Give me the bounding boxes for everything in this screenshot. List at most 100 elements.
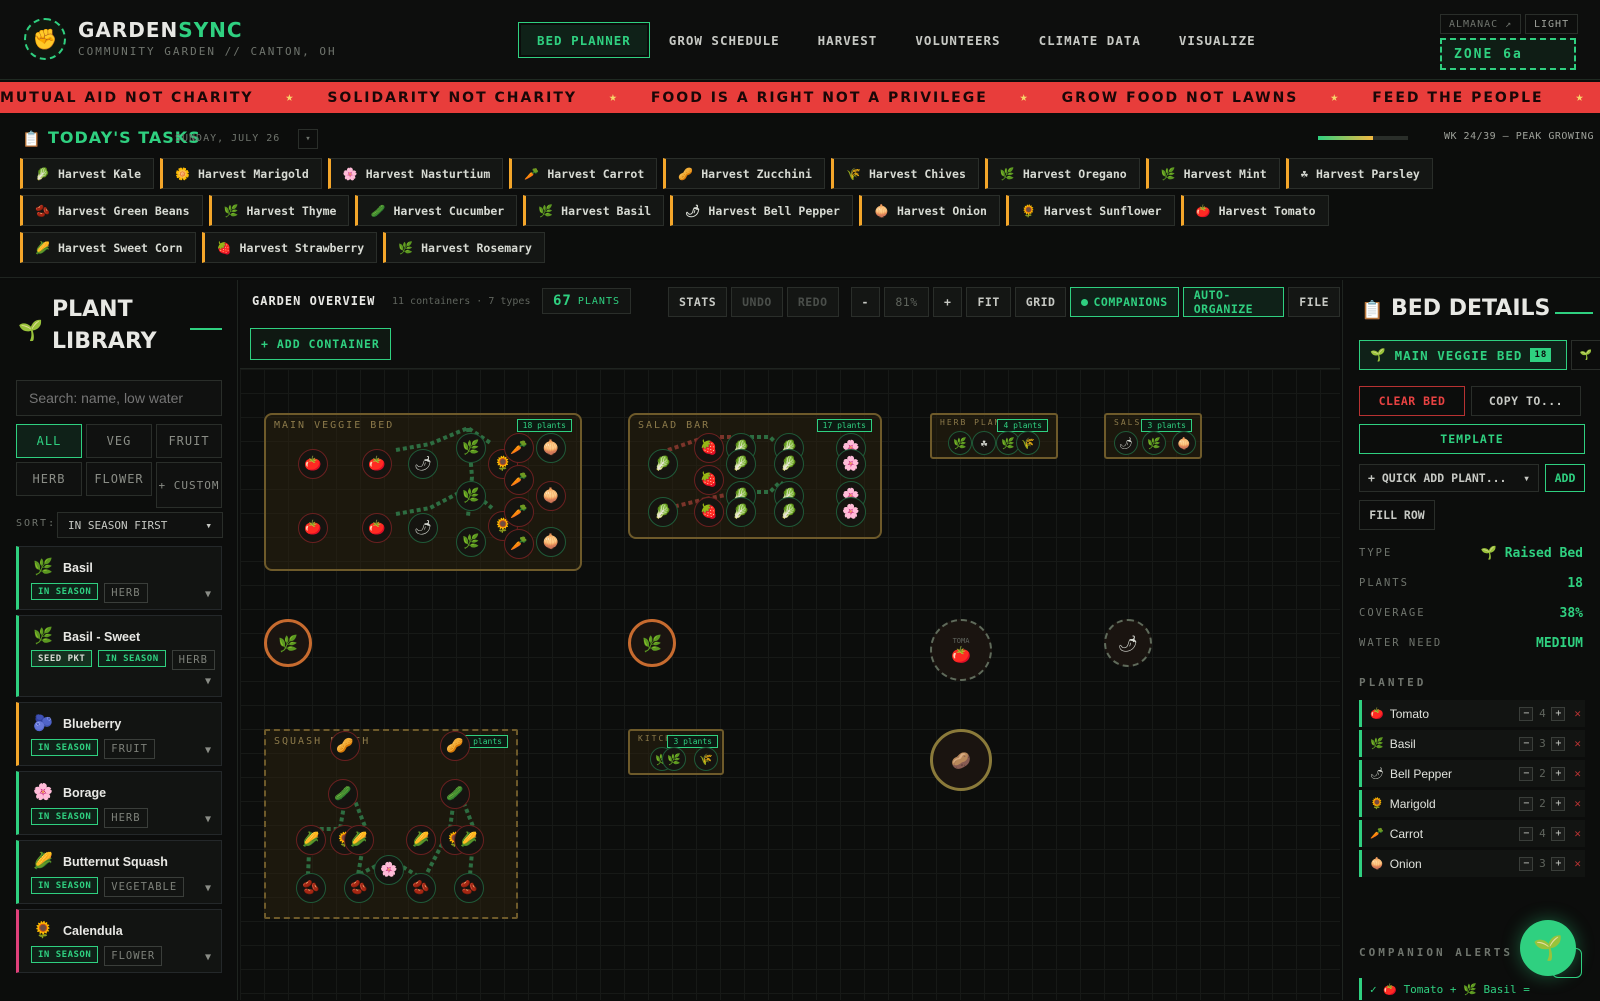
plant-carrot[interactable]: 🥕 <box>504 433 534 463</box>
increment-button[interactable]: + <box>1551 766 1566 781</box>
nav-visualize[interactable]: VISUALIZE <box>1160 22 1275 58</box>
remove-icon[interactable]: ✕ <box>1574 737 1581 750</box>
plant-pepper[interactable]: 🌶 <box>1114 431 1138 455</box>
task-chip[interactable]: 🍓 Harvest Strawberry <box>201 232 378 263</box>
plant-nasturtium[interactable]: 🌸 <box>374 855 404 885</box>
plant-carrot[interactable]: 🥕 <box>504 529 534 559</box>
add-plant-button[interactable]: ADD <box>1545 464 1585 492</box>
filter-flower[interactable]: FLOWER <box>86 462 152 496</box>
plant-search-input[interactable] <box>16 380 222 416</box>
nav-harvest[interactable]: HARVEST <box>799 22 897 58</box>
clear-bed-button[interactable]: CLEAR BED <box>1359 386 1465 416</box>
plant-tomato[interactable]: 🍅 <box>298 513 328 543</box>
task-chip[interactable]: 🥕 Harvest Carrot <box>509 158 658 189</box>
task-chip[interactable]: 🌸 Harvest Nasturtium <box>327 158 504 189</box>
plant-carrot[interactable]: 🥕 <box>504 465 534 495</box>
task-chip[interactable]: 🥜 Harvest Zucchini <box>663 158 825 189</box>
plant-card[interactable]: 🌿 Basil IN SEASON HERB ▼ <box>16 546 222 610</box>
task-chip[interactable]: 🌶 Harvest Bell Pepper <box>670 195 853 226</box>
task-chip[interactable]: 🌻 Harvest Sunflower <box>1005 195 1175 226</box>
container-kitchen[interactable]: KITCHEN 3 plants 🌿 🌿 🌾 <box>628 729 724 775</box>
plant-corn[interactable]: 🌽 <box>344 825 374 855</box>
plant-card[interactable]: 🌽 Butternut Squash IN SEASON VEGETABLE ▼ <box>16 840 222 904</box>
plant-lettuce[interactable]: 🥬 <box>726 449 756 479</box>
plant-zucchini[interactable]: 🥜 <box>440 731 470 761</box>
grid-toggle[interactable]: GRID <box>1014 287 1067 317</box>
chevron-down-icon[interactable]: ▼ <box>205 952 211 963</box>
remove-icon[interactable]: ✕ <box>1574 797 1581 810</box>
add-container-button[interactable]: + ADD CONTAINER <box>250 328 391 360</box>
plant-beans[interactable]: 🫘 <box>454 873 484 903</box>
nav-bed-planner[interactable]: BED PLANNER <box>518 22 650 58</box>
container-salad-bar[interactable]: SALAD BAR 17 plants 🥬 🍓 🍓 🥬 🥬 🥬 🥬 🌸 🌸 🥬 … <box>628 413 882 539</box>
plant-card[interactable]: 🌻 Calendula IN SEASON FLOWER ▼ <box>16 909 222 973</box>
garden-canvas[interactable]: MAIN VEGGIE BED 18 plants 🍅 🍅 🌶 🌿 🌻 🥕 🧅 … <box>240 368 1340 1000</box>
task-chip[interactable]: 🧅 Harvest Onion <box>858 195 1000 226</box>
plant-cucumber[interactable]: 🥒 <box>328 779 358 809</box>
task-chip[interactable]: 🌿 Harvest Rosemary <box>383 232 545 263</box>
task-chip[interactable]: 🌽 Harvest Sweet Corn <box>20 232 196 263</box>
pot-container[interactable]: 🌿 <box>628 619 676 667</box>
fit-button[interactable]: FIT <box>966 287 1011 317</box>
remove-icon[interactable]: ✕ <box>1574 767 1581 780</box>
plant-flower[interactable]: 🌸 <box>836 449 866 479</box>
tab-main-veggie-bed[interactable]: 🌱 MAIN VEGGIE BED 18 <box>1359 340 1567 370</box>
plant-card[interactable]: 🌸 Borage IN SEASON HERB ▼ <box>16 771 222 835</box>
decrement-button[interactable]: − <box>1519 826 1534 841</box>
plant-cucumber[interactable]: 🥒 <box>440 779 470 809</box>
remove-icon[interactable]: ✕ <box>1574 827 1581 840</box>
decrement-button[interactable]: − <box>1519 706 1534 721</box>
quick-add-select[interactable]: + QUICK ADD PLANT... ▾ <box>1359 464 1539 492</box>
stats-button[interactable]: STATS <box>668 287 728 317</box>
task-chip[interactable]: 🍅 Harvest Tomato <box>1180 195 1329 226</box>
plant-pepper[interactable]: 🌶 <box>408 513 438 543</box>
chevron-down-icon[interactable]: ▼ <box>205 883 211 894</box>
plant-spinach[interactable]: 🥬 <box>774 497 804 527</box>
plant-pepper[interactable]: 🌶 <box>408 449 438 479</box>
undo-button[interactable]: UNDO <box>731 287 783 317</box>
light-theme-toggle[interactable]: LIGHT <box>1525 14 1579 34</box>
plant-strawberry[interactable]: 🍓 <box>694 465 724 495</box>
task-chip[interactable]: 🥬 Harvest Kale <box>20 158 155 189</box>
logo[interactable]: ✊ <box>24 18 66 60</box>
plant-basil[interactable]: 🌿 <box>456 527 486 557</box>
plant-herb[interactable]: 🌾 <box>1016 431 1040 455</box>
container-main-veggie-bed[interactable]: MAIN VEGGIE BED 18 plants 🍅 🍅 🌶 🌿 🌻 🥕 🧅 … <box>264 413 582 571</box>
plant-strawberry[interactable]: 🍓 <box>694 497 724 527</box>
plant-lettuce[interactable]: 🥬 <box>648 449 678 479</box>
plant-basil[interactable]: 🌿 <box>456 433 486 463</box>
decrement-button[interactable]: − <box>1519 856 1534 871</box>
plant-strawberry[interactable]: 🍓 <box>694 433 724 463</box>
plant-spinach[interactable]: 🥬 <box>774 449 804 479</box>
task-chip[interactable]: 🥒 Harvest Cucumber <box>355 195 518 226</box>
zoom-out-button[interactable]: - <box>850 287 880 317</box>
zoom-in-button[interactable]: + <box>933 287 963 317</box>
container-salsa-station[interactable]: SALSA ST 3 plants 🌶 🌿 🧅 <box>1104 413 1202 459</box>
container-herb-planter[interactable]: HERB PLANTER 4 plants 🌿 ☘ 🌿 🌾 <box>930 413 1058 459</box>
filter-all[interactable]: ALL <box>16 424 82 458</box>
fill-row-button[interactable]: FILL ROW <box>1359 500 1435 530</box>
plant-zucchini[interactable]: 🥜 <box>330 731 360 761</box>
plant-chives[interactable]: 🌾 <box>694 747 718 771</box>
pot-potato[interactable]: 🥔 <box>930 729 992 791</box>
auto-organize-button[interactable]: AUTO-ORGANIZE <box>1182 287 1285 317</box>
task-chip[interactable]: 🌿 Harvest Thyme <box>208 195 350 226</box>
filter-herb[interactable]: HERB <box>16 462 82 496</box>
plant-onion[interactable]: 🧅 <box>536 433 566 463</box>
plant-carrot[interactable]: 🥕 <box>504 497 534 527</box>
pot-tomato[interactable]: TOMA 🍅 <box>930 619 992 681</box>
plant-tomato[interactable]: 🍅 <box>298 449 328 479</box>
filter-custom[interactable]: + CUSTOM <box>156 462 222 508</box>
template-button[interactable]: TEMPLATE <box>1359 424 1585 454</box>
task-chip[interactable]: 🌿 Harvest Basil <box>523 195 665 226</box>
plant-flower[interactable]: 🌸 <box>836 497 866 527</box>
decrement-button[interactable]: − <box>1519 766 1534 781</box>
plant-herb[interactable]: ☘ <box>972 431 996 455</box>
task-chip[interactable]: 🌼 Harvest Marigold <box>160 158 322 189</box>
decrement-button[interactable]: − <box>1519 796 1534 811</box>
chevron-down-icon[interactable]: ▼ <box>205 814 211 825</box>
plant-onion[interactable]: 🧅 <box>1172 431 1196 455</box>
almanac-link[interactable]: ALMANAC ↗ <box>1440 14 1522 34</box>
companions-toggle[interactable]: COMPANIONS <box>1070 287 1179 317</box>
chevron-down-icon[interactable]: ▼ <box>205 745 211 756</box>
